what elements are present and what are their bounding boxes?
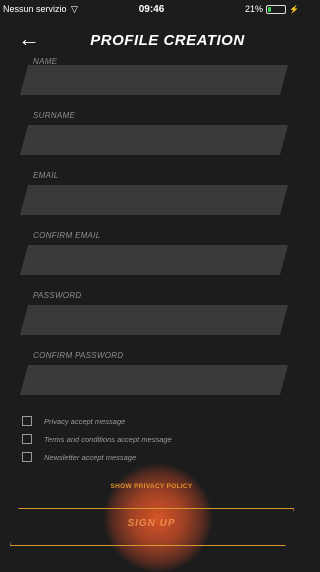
confirm-password-label: CONFIRM PASSWORD (33, 351, 124, 360)
terms-checkbox[interactable] (22, 434, 32, 444)
name-field[interactable] (20, 65, 288, 95)
battery-status: 21% ⚡ (245, 4, 299, 14)
header: ← PROFILE CREATION (0, 24, 303, 60)
surname-field[interactable] (20, 125, 288, 155)
battery-percent: 21% (245, 4, 264, 14)
signup-button-label[interactable]: SIGN UP (0, 518, 303, 529)
confirm-email-field[interactable] (20, 245, 288, 275)
newsletter-checkbox-row[interactable]: Newsletter accept message (22, 452, 136, 462)
terms-checkbox-row[interactable]: Terms and conditions accept message (22, 434, 172, 444)
confirm-email-label: CONFIRM EMAIL (33, 231, 101, 240)
email-field[interactable] (20, 185, 288, 215)
arrow-left-icon[interactable]: ← (18, 28, 40, 50)
status-bar: Nessun servizio ▽ 09:46 21% ⚡ (0, 0, 303, 20)
newsletter-checkbox-label: Newsletter accept message (44, 452, 137, 462)
privacy-checkbox-label: Privacy accept message (44, 416, 126, 426)
confirm-password-field[interactable] (20, 365, 288, 395)
password-label: PASSWORD (33, 291, 82, 300)
name-label: NAME (33, 57, 58, 65)
privacy-checkbox-row[interactable]: Privacy accept message (22, 416, 125, 426)
newsletter-checkbox[interactable] (22, 452, 32, 462)
password-field[interactable] (20, 305, 288, 335)
page-title: PROFILE CREATION (90, 32, 245, 49)
privacy-checkbox[interactable] (22, 416, 32, 426)
battery-level-fill (268, 6, 272, 12)
battery-icon (266, 4, 287, 14)
charging-icon: ⚡ (289, 4, 299, 14)
terms-checkbox-label: Terms and conditions accept message (44, 434, 172, 444)
surname-label: SURNAME (33, 111, 76, 120)
privacy-policy-link[interactable]: SHOW PRIVACY POLICY (0, 483, 303, 490)
email-label: EMAIL (33, 171, 59, 180)
